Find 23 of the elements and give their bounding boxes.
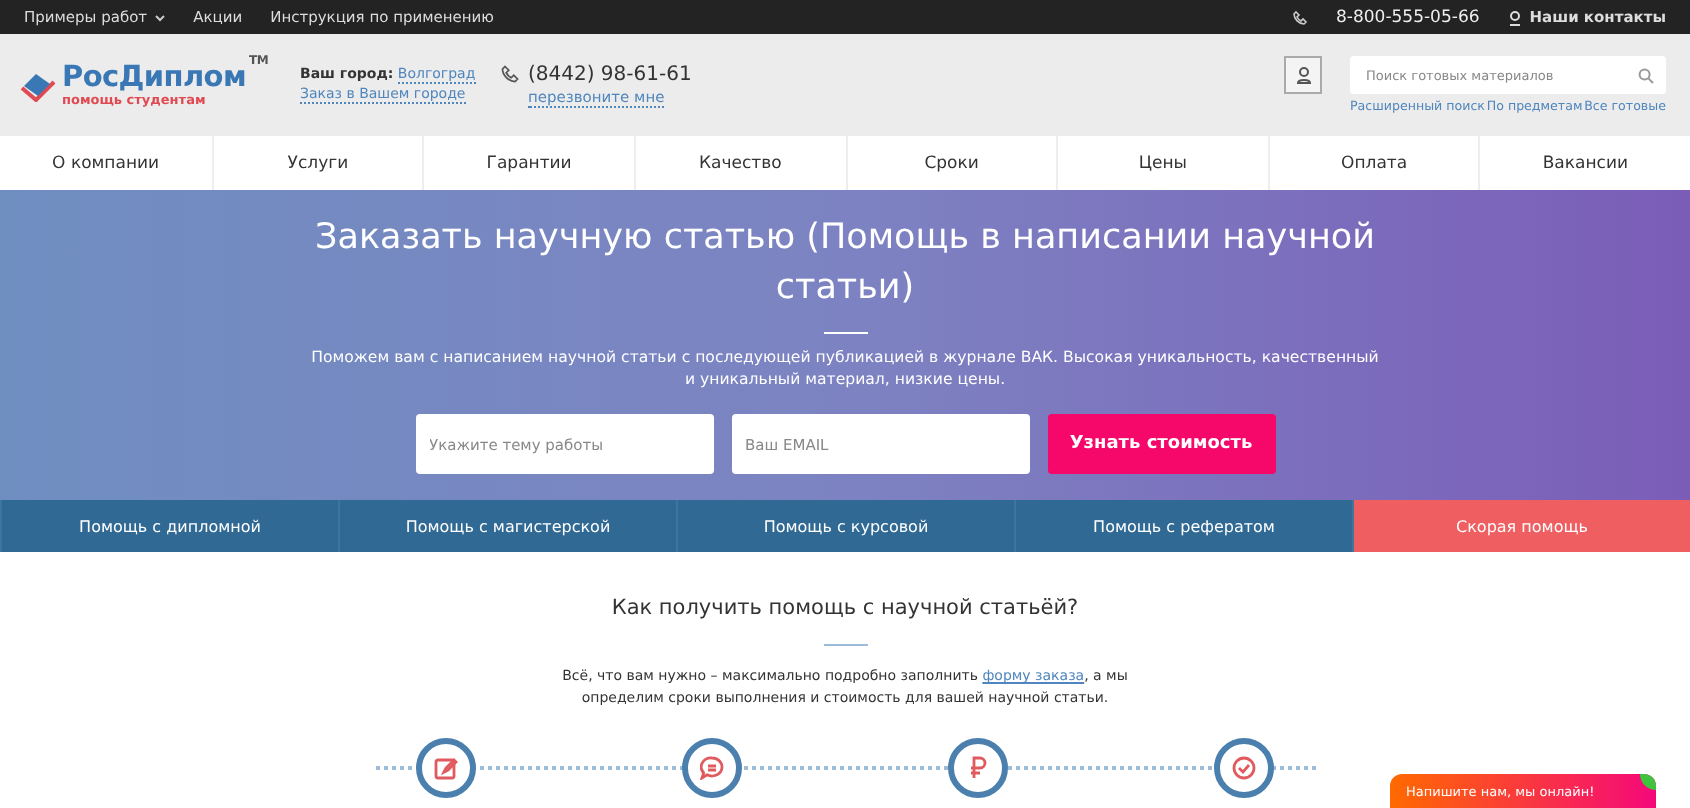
- section-title: Как получить помощь с научной статьёй?: [611, 596, 1079, 620]
- search-icon: [1638, 67, 1654, 83]
- get-price-button[interactable]: Узнать стоимость: [1047, 414, 1275, 475]
- hero-title: Заказать научную статью (Помощь в написании научной статьи): [313, 216, 1377, 313]
- location-pin-icon: [1507, 9, 1522, 25]
- service-tab[interactable]: Скорая помощь: [1352, 500, 1690, 552]
- service-tab[interactable]: Помощь с рефератом: [1014, 500, 1352, 552]
- chat-icon: [699, 756, 724, 781]
- service-tab[interactable]: Помощь с курсовой: [676, 500, 1014, 552]
- phone-icon: [1292, 9, 1308, 25]
- phone-icon: [500, 63, 520, 83]
- phone-number: (8442) 98-61-61: [528, 63, 692, 85]
- service-tab[interactable]: Помощь с магистерской: [338, 500, 676, 552]
- check-icon: [1232, 756, 1257, 781]
- service-tab[interactable]: Помощь с дипломной: [0, 500, 338, 552]
- logo-icon: [20, 69, 56, 101]
- chevron-icon: [153, 13, 166, 21]
- user-icon: [1295, 66, 1311, 84]
- nav-item[interactable]: О компании: [0, 136, 212, 190]
- hotline-phone[interactable]: 8-800-555-05-66: [1336, 7, 1480, 27]
- ruble-icon: [966, 756, 991, 781]
- edit-icon: [433, 756, 457, 781]
- account-button[interactable]: [1284, 56, 1322, 94]
